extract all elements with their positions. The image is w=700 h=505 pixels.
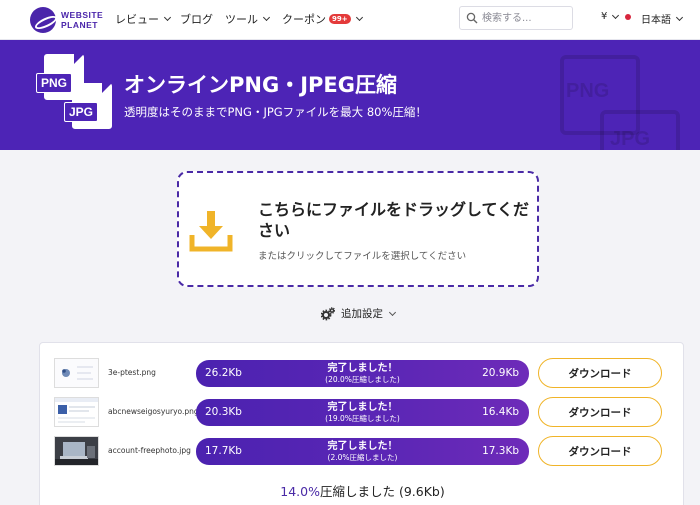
compression-ratio: (19.0%圧縮しました): [325, 414, 400, 423]
compression-progress-bar: 20.3Kb 完了しました！ (19.0%圧縮しました) 16.4Kb: [196, 399, 529, 426]
result-row: abcnewseigosyuryo.png 20.3Kb 完了しました！ (19…: [40, 397, 685, 427]
file-name: account-freephoto.jpg: [108, 446, 191, 455]
png-file-label: PNG: [36, 73, 73, 93]
chevron-down-icon: [612, 11, 620, 19]
logo-text: WEBSITE PLANET: [61, 10, 104, 30]
download-icon: [189, 211, 233, 252]
chevron-down-icon: [262, 13, 271, 22]
dropzone-subtitle: またはクリックしてファイルを選択してください: [258, 251, 467, 262]
search-input[interactable]: [482, 10, 570, 26]
status-text: 完了しました！: [327, 402, 398, 413]
png-watermark-label: PNG: [566, 80, 610, 102]
nav-item-blog[interactable]: ブログ: [180, 11, 213, 27]
nav-item-tools[interactable]: ツール: [225, 11, 271, 27]
chevron-down-icon: [355, 13, 363, 22]
download-button[interactable]: ダウンロード: [538, 397, 662, 427]
results-panel: 3e-ptest.png 26.2Kb 完了しました！ (20.0%圧縮しました…: [39, 342, 684, 505]
page-title: オンラインPNG・JPEG圧縮: [124, 73, 397, 97]
summary-percent: 14.0%: [280, 484, 320, 499]
page-subtitle: 透明度はそのままでPNG・JPGファイルを最大 80%圧縮！: [124, 105, 427, 119]
result-row: account-freephoto.jpg 17.7Kb 完了しました！ (2.…: [40, 436, 685, 466]
planet-logo-icon: [30, 7, 56, 33]
nav-item-coupons[interactable]: クーポン 99+: [282, 11, 363, 27]
search-box[interactable]: [459, 6, 573, 30]
file-name: abcnewseigosyuryo.png: [108, 407, 199, 416]
hero-banner: PNG JPG PNG JPG オンラインPNG・JPEG圧縮 透明度はそのまま…: [0, 40, 700, 150]
result-row: 3e-ptest.png 26.2Kb 完了しました！ (20.0%圧縮しました…: [40, 358, 685, 388]
compression-ratio: (2.0%圧縮しました): [327, 453, 398, 462]
file-name: 3e-ptest.png: [108, 368, 156, 377]
compressed-size: 16.4Kb: [482, 406, 519, 418]
status-text: 完了しました！: [327, 363, 398, 374]
jpg-file-icon: JPG: [64, 83, 112, 129]
advanced-settings-toggle[interactable]: 追加設定: [321, 306, 397, 321]
language-selector[interactable]: 日本語: [641, 11, 684, 26]
file-drop-zone[interactable]: こちらにファイルをドラッグしてください またはクリックしてファイルを選択してくだ…: [177, 171, 539, 287]
jpg-file-label: JPG: [64, 102, 99, 122]
file-thumbnail: [54, 358, 99, 388]
status-text: 完了しました！: [327, 441, 398, 452]
search-icon: [466, 12, 478, 24]
gears-icon: [321, 306, 335, 320]
chevron-down-icon: [163, 13, 172, 22]
chevron-down-icon: [388, 308, 397, 316]
file-thumbnail: [54, 436, 99, 466]
japan-flag-icon: [625, 14, 631, 20]
advanced-settings-label: 追加設定: [341, 308, 383, 320]
compressed-size: 20.9Kb: [482, 367, 519, 379]
compression-ratio: (20.0%圧縮しました): [325, 375, 400, 384]
website-planet-logo[interactable]: WEBSITE PLANET: [30, 7, 103, 33]
file-thumbnail: [54, 397, 99, 427]
download-button[interactable]: ダウンロード: [538, 436, 662, 466]
top-navigation: WEBSITE PLANET レビュー ブログ ツール クーポン 99+ ¥ 日…: [0, 0, 700, 40]
summary-text: 圧縮しました (9.6Kb): [319, 484, 445, 499]
nav-item-reviews[interactable]: レビュー: [115, 11, 172, 27]
compression-progress-bar: 17.7Kb 完了しました！ (2.0%圧縮しました) 17.3Kb: [196, 438, 529, 465]
chevron-down-icon: [675, 13, 684, 21]
jpg-watermark-label: JPG: [610, 128, 651, 150]
download-button[interactable]: ダウンロード: [538, 358, 662, 388]
coupon-count-badge: 99+: [329, 14, 351, 24]
compressed-size: 17.3Kb: [482, 445, 519, 457]
dropzone-title: こちらにファイルをドラッグしてください: [258, 200, 530, 240]
compression-summary: 14.0%圧縮しました (9.6Kb): [40, 481, 685, 500]
compression-progress-bar: 26.2Kb 完了しました！ (20.0%圧縮しました) 20.9Kb: [196, 360, 529, 387]
currency-selector[interactable]: ¥: [601, 11, 620, 22]
